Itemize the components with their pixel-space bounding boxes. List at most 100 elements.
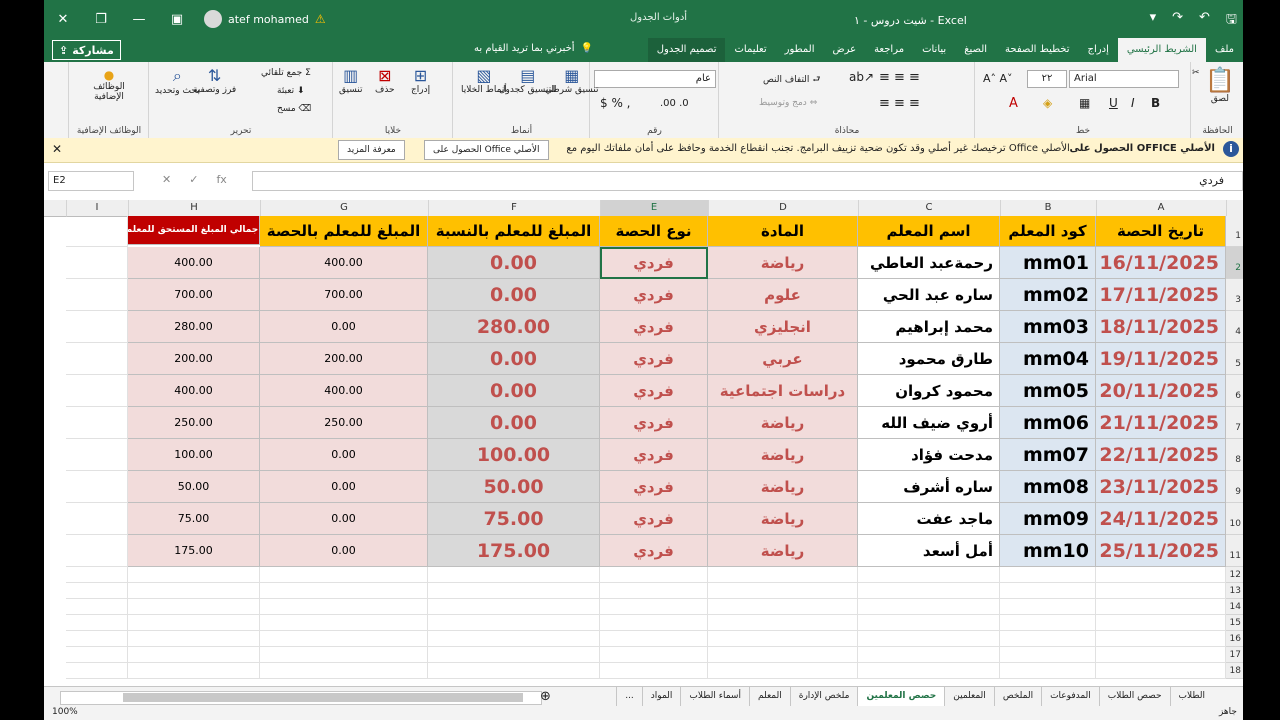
- empty-cell[interactable]: [66, 567, 128, 583]
- minimize-icon[interactable]: —: [120, 0, 158, 38]
- scrollbar-thumb[interactable]: [123, 693, 523, 702]
- empty-cell[interactable]: [128, 615, 260, 631]
- cell-name[interactable]: محمود كروان: [858, 375, 1000, 407]
- empty-cell[interactable]: [66, 535, 128, 567]
- empty-cell[interactable]: [428, 615, 600, 631]
- cell-type[interactable]: فردي: [600, 503, 708, 535]
- cell-pct[interactable]: 0.00: [428, 375, 600, 407]
- column-header-d[interactable]: D: [708, 200, 859, 217]
- column-header-c[interactable]: C: [858, 200, 1001, 217]
- function-icon[interactable]: fx: [216, 173, 226, 186]
- empty-cell[interactable]: [66, 407, 128, 439]
- cell-total[interactable]: 100.00: [128, 439, 260, 471]
- cell-name[interactable]: ماجد عفت: [858, 503, 1000, 535]
- empty-cell[interactable]: [260, 567, 428, 583]
- cell-type[interactable]: فردي: [600, 535, 708, 567]
- cell-subject[interactable]: رياضة: [708, 503, 858, 535]
- header-cell-total[interactable]: اجمالي المبلغ المستحق للمعلم: [128, 216, 260, 245]
- cell-pct[interactable]: 0.00: [428, 279, 600, 311]
- ribbon-display-icon[interactable]: ▣: [158, 0, 196, 38]
- clear-button[interactable]: مسح ⌫: [277, 104, 311, 114]
- empty-cell[interactable]: [1096, 631, 1226, 647]
- empty-cell[interactable]: [260, 663, 428, 679]
- cell-subject[interactable]: انجليزي: [708, 311, 858, 343]
- cell-pct[interactable]: 280.00: [428, 311, 600, 343]
- enter-icon[interactable]: ✓: [189, 173, 198, 186]
- cell-total[interactable]: 250.00: [128, 407, 260, 439]
- add-sheet-icon[interactable]: ⊕: [540, 689, 551, 704]
- format-cells-button[interactable]: ▥ تنسيق: [339, 66, 362, 95]
- empty-cell[interactable]: [66, 583, 128, 599]
- cell-name[interactable]: رحمةعبد العاطي: [858, 247, 1000, 279]
- cell-subject[interactable]: علوم: [708, 279, 858, 311]
- tab-2[interactable]: إدراج: [1079, 38, 1118, 62]
- empty-cell[interactable]: [1096, 583, 1226, 599]
- empty-cell[interactable]: [600, 567, 708, 583]
- row-header[interactable]: 14: [1226, 599, 1243, 615]
- empty-cell[interactable]: [1000, 631, 1096, 647]
- empty-cell[interactable]: [66, 599, 128, 615]
- row-header[interactable]: 4: [1226, 311, 1243, 343]
- cell-type[interactable]: فردي: [600, 407, 708, 439]
- cell-type[interactable]: فردي: [600, 311, 708, 343]
- row-header[interactable]: 12: [1226, 567, 1243, 583]
- empty-cell[interactable]: [858, 615, 1000, 631]
- empty-cell[interactable]: [600, 599, 708, 615]
- row-header[interactable]: 9: [1226, 471, 1243, 503]
- tab-4[interactable]: الصيغ: [955, 38, 996, 62]
- row-header[interactable]: 10: [1226, 503, 1243, 535]
- row-header[interactable]: 3: [1226, 279, 1243, 311]
- cell-subject[interactable]: رياضة: [708, 247, 858, 279]
- font-size-select[interactable]: ٢٢: [1027, 70, 1067, 88]
- italic-button[interactable]: I: [1131, 96, 1135, 110]
- sheet-tab[interactable]: ملخص الإدارة: [789, 687, 858, 706]
- empty-cell[interactable]: [858, 647, 1000, 663]
- cell-per[interactable]: 0.00: [260, 535, 428, 567]
- sheet-tab[interactable]: حصص الطلاب: [1098, 687, 1170, 706]
- tab-5[interactable]: بيانات: [913, 38, 955, 62]
- cell-type[interactable]: فردي: [600, 343, 708, 375]
- empty-cell[interactable]: [1000, 583, 1096, 599]
- empty-cell[interactable]: [428, 599, 600, 615]
- empty-cell[interactable]: [66, 216, 128, 247]
- cell-pct[interactable]: 75.00: [428, 503, 600, 535]
- cell-total[interactable]: 700.00: [128, 279, 260, 311]
- cell-name[interactable]: محمد إبراهيم: [858, 311, 1000, 343]
- row-header[interactable]: 15: [1226, 615, 1243, 631]
- cell-date[interactable]: 16/11/2025: [1096, 247, 1226, 279]
- format-as-table-button[interactable]: ▤ التنسيق كجدول: [499, 66, 557, 95]
- font-color-icon[interactable]: A: [1009, 96, 1018, 111]
- sheet-tab[interactable]: المدفوعات: [1041, 687, 1099, 706]
- empty-cell[interactable]: [858, 583, 1000, 599]
- cell-date[interactable]: 18/11/2025: [1096, 311, 1226, 343]
- cell-date[interactable]: 19/11/2025: [1096, 343, 1226, 375]
- cell-name[interactable]: ساره أشرف: [858, 471, 1000, 503]
- row-header[interactable]: 18: [1226, 663, 1243, 679]
- empty-cell[interactable]: [66, 375, 128, 407]
- empty-cell[interactable]: [66, 615, 128, 631]
- empty-cell[interactable]: [66, 503, 128, 535]
- empty-cell[interactable]: [66, 247, 128, 279]
- cell-pct[interactable]: 175.00: [428, 535, 600, 567]
- cell-styles-button[interactable]: ▧ أنماط الخلايا: [461, 66, 507, 95]
- sheet-tab[interactable]: الملخص: [993, 687, 1041, 706]
- cell-total[interactable]: 50.00: [128, 471, 260, 503]
- cell-per[interactable]: 200.00: [260, 343, 428, 375]
- empty-cell[interactable]: [1000, 663, 1096, 679]
- empty-cell[interactable]: [66, 343, 128, 375]
- cell-per[interactable]: 0.00: [260, 311, 428, 343]
- row-header[interactable]: 17: [1226, 647, 1243, 663]
- underline-button[interactable]: U: [1109, 96, 1118, 110]
- save-icon[interactable]: 🖫: [1226, 10, 1237, 32]
- empty-cell[interactable]: [428, 583, 600, 599]
- tell-me-search[interactable]: أخبرني بما تريد القيام به 💡: [474, 43, 593, 54]
- cell-per[interactable]: 400.00: [260, 375, 428, 407]
- bold-button[interactable]: B: [1151, 96, 1160, 110]
- tab-9[interactable]: تعليمات: [725, 38, 775, 62]
- align-right-icon[interactable]: ≡ ≡ ≡: [879, 96, 920, 111]
- empty-cell[interactable]: [858, 599, 1000, 615]
- autosum-button[interactable]: جمع تلقائي Σ: [261, 68, 311, 78]
- cell-pct[interactable]: 0.00: [428, 247, 600, 279]
- empty-cell[interactable]: [1096, 567, 1226, 583]
- header-cell-date[interactable]: تاريخ الحصة: [1096, 216, 1226, 247]
